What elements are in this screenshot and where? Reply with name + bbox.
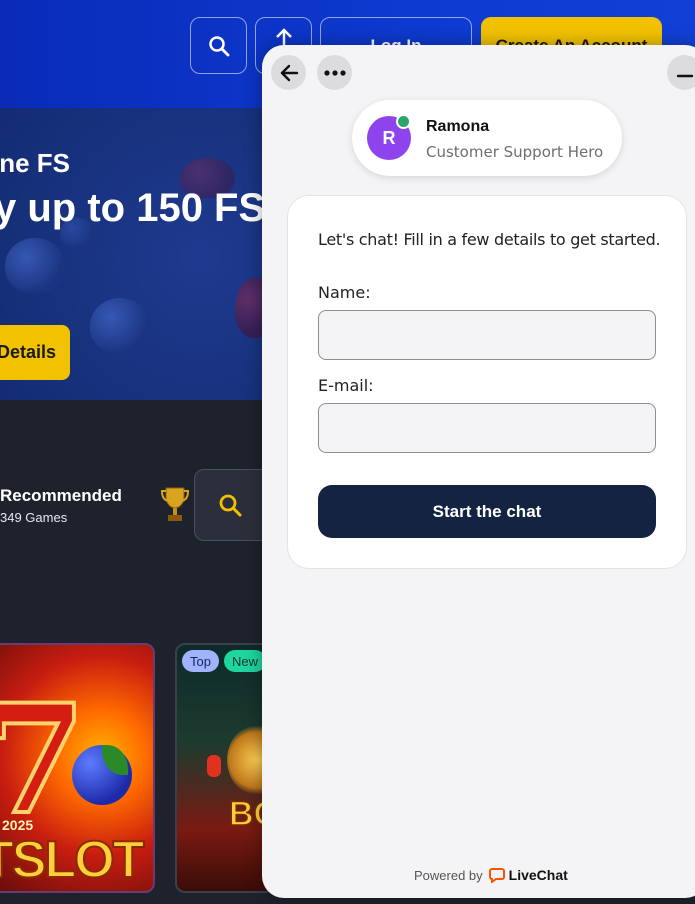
banner-title: y up to 150 FS (0, 186, 266, 230)
livechat-logo-icon (488, 868, 505, 883)
games-count: 349 Games (0, 510, 68, 525)
agent-card: R Ramona Customer Support Hero (352, 100, 622, 176)
powered-by-text: Powered by (414, 867, 483, 883)
email-label: E-mail: (318, 376, 374, 395)
powered-by[interactable]: Powered by LiveChat (414, 867, 568, 883)
lantern-graphic (207, 755, 221, 777)
name-label: Name: (318, 283, 371, 302)
minimize-button[interactable] (667, 55, 695, 90)
name-field[interactable] (318, 310, 656, 360)
section-title: Recommended (0, 486, 122, 505)
game-card-title: TSLOT (0, 830, 145, 890)
search-icon (219, 494, 242, 517)
form-intro-text: Let's chat! Fill in a few details to get… (318, 230, 661, 249)
chat-widget: R Ramona Customer Support Hero Let's cha… (262, 45, 695, 898)
banner-subtitle: ine FS (0, 148, 71, 178)
trophy-icon (160, 487, 190, 521)
start-chat-button[interactable]: Start the chat (318, 485, 656, 538)
more-options-button[interactable] (317, 55, 352, 90)
agent-name: Ramona (426, 118, 490, 135)
details-button[interactable]: Details (0, 325, 70, 380)
agent-role: Customer Support Hero (426, 143, 604, 161)
more-icon (323, 69, 346, 76)
search-icon (208, 35, 229, 56)
email-field[interactable] (318, 403, 656, 453)
online-status-dot (396, 114, 411, 129)
slot-seven-graphic: 7 (0, 683, 88, 837)
game-card[interactable]: 7 2025 TSLOT (0, 643, 155, 893)
badge-top: Top (182, 650, 219, 672)
arrow-left-icon (280, 64, 298, 81)
badge-new: New (224, 650, 267, 672)
header-search-button[interactable] (190, 17, 247, 74)
back-button[interactable] (271, 55, 306, 90)
prechat-form: Let's chat! Fill in a few details to get… (287, 195, 687, 569)
heart-decoration (5, 238, 65, 293)
game-card[interactable]: BO (175, 643, 275, 893)
heart-decoration (90, 298, 150, 353)
livechat-brand: LiveChat (508, 867, 568, 883)
minimize-icon (676, 74, 693, 77)
